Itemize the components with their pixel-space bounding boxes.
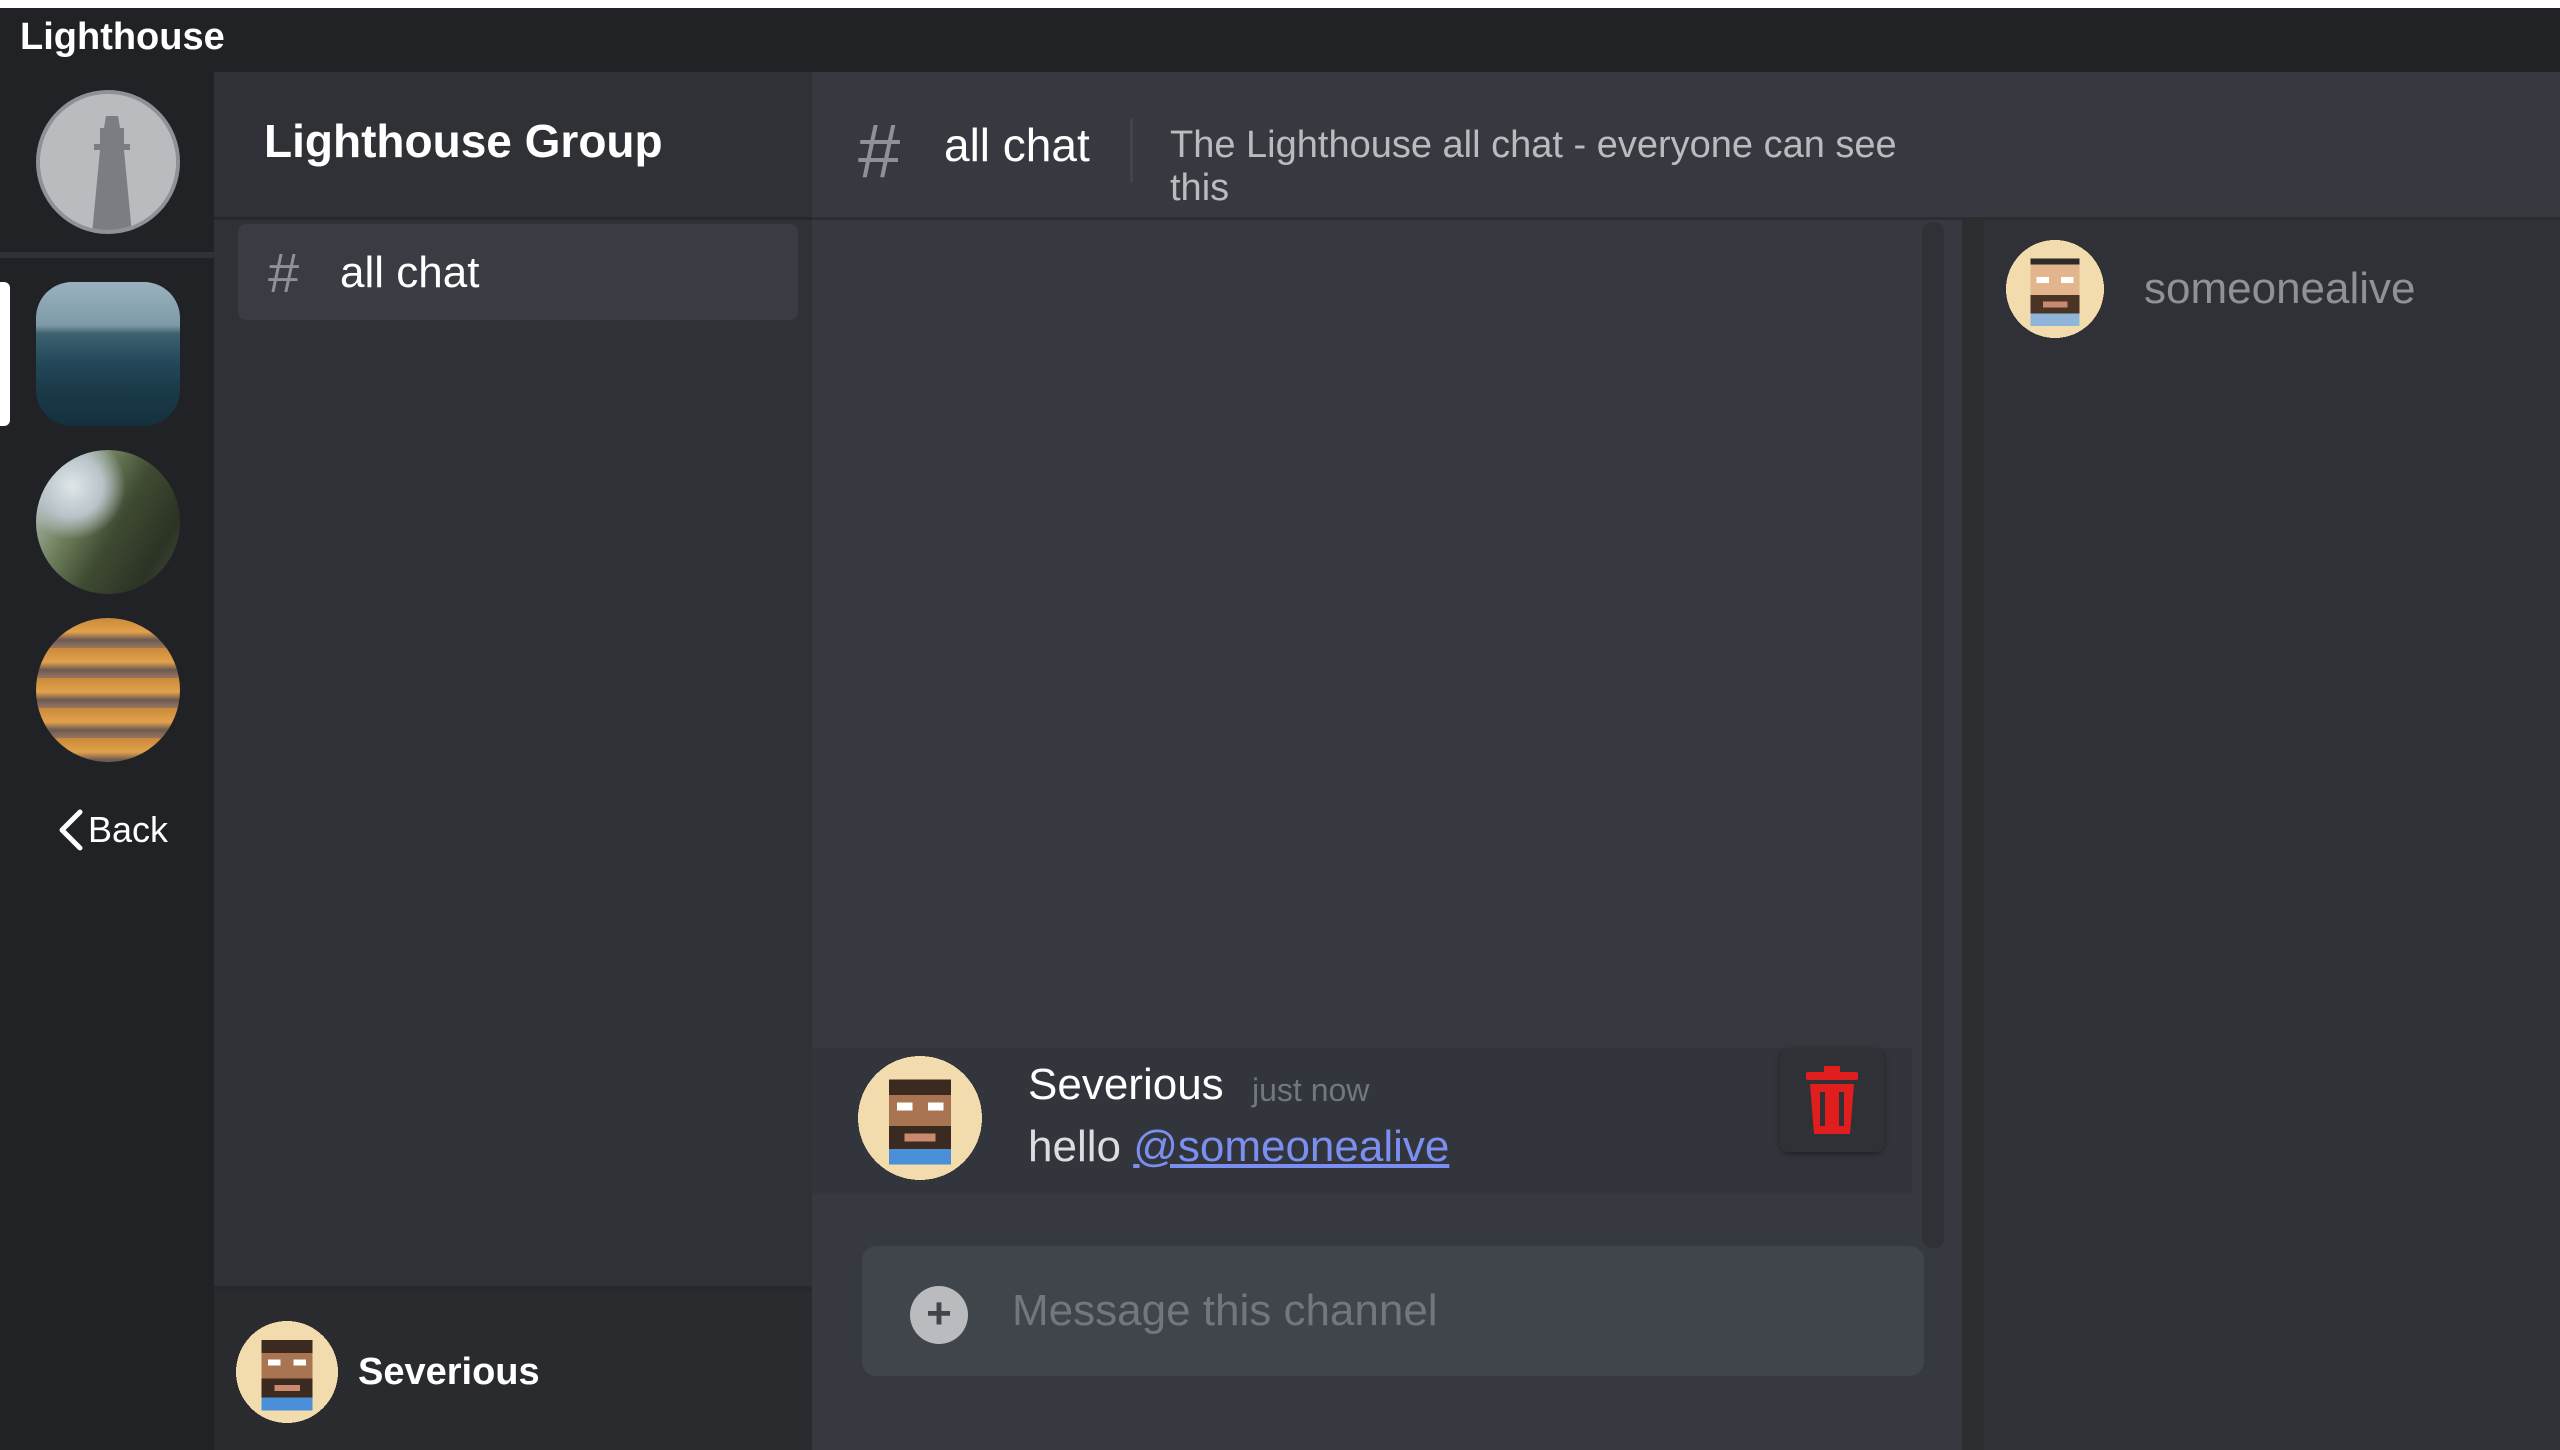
add-attachment-button[interactable]: + [910,1286,968,1344]
message-body: hello @someonealive [1028,1122,1449,1172]
back-button[interactable]: Back [58,808,168,852]
active-server-indicator [0,282,10,426]
window-top-border [0,0,2560,8]
lighthouse-server-icon[interactable] [36,90,180,234]
chevron-left-icon [59,809,83,851]
lighthouse-icon [40,94,176,230]
message-item: Severious just now hello @someonealive [812,1048,1912,1194]
server-rail: Back [0,72,214,1450]
message-input[interactable] [1012,1276,1892,1346]
user-panel: Severious [214,1286,812,1450]
channel-sidebar: Lighthouse Group # all chat Severious [214,72,812,1450]
hash-icon: # [268,241,300,304]
rail-separator [0,252,214,258]
trash-icon [1806,1066,1858,1134]
member-name: someonealive [2144,264,2416,313]
user-avatar[interactable] [236,1321,338,1423]
message-composer: + [862,1246,1924,1376]
hash-icon: # [858,109,901,194]
message-timestamp: just now [1252,1072,1370,1108]
member-list: someonealive [1962,72,2560,1450]
header-divider [1130,118,1133,182]
chat-header: # all chat The Lighthouse all chat - eve… [812,72,1962,220]
member-list-gutter [1962,220,1984,1450]
member-avatar [2006,240,2104,338]
title-bar: Lighthouse [0,8,2560,72]
guild-header[interactable]: Lighthouse Group [214,72,812,220]
member-item[interactable]: someonealive [2006,240,2546,350]
back-label: Back [88,809,169,850]
server-icon-sea[interactable] [36,282,180,426]
server-icon-cliff[interactable] [36,450,180,594]
message-text: hello [1028,1122,1134,1171]
delete-message-button[interactable] [1780,1048,1884,1152]
message-avatar[interactable] [858,1056,982,1180]
channel-label: all chat [340,248,480,297]
user-name: Severious [358,1351,540,1393]
message-author[interactable]: Severious [1028,1060,1224,1110]
app-title: Lighthouse [20,16,225,58]
guild-name: Lighthouse Group [264,115,663,167]
user-mention[interactable]: @someonealive [1133,1122,1449,1171]
chat-main: # all chat The Lighthouse all chat - eve… [812,72,1962,1450]
messages-scrollbar[interactable] [1922,222,1944,1248]
channel-item-all-chat[interactable]: # all chat [238,224,798,320]
channel-topic: The Lighthouse all chat - everyone can s… [1170,124,1897,209]
channel-title: all chat [944,119,1090,171]
member-list-header [1962,72,2560,220]
server-icon-stairs[interactable] [36,618,180,762]
